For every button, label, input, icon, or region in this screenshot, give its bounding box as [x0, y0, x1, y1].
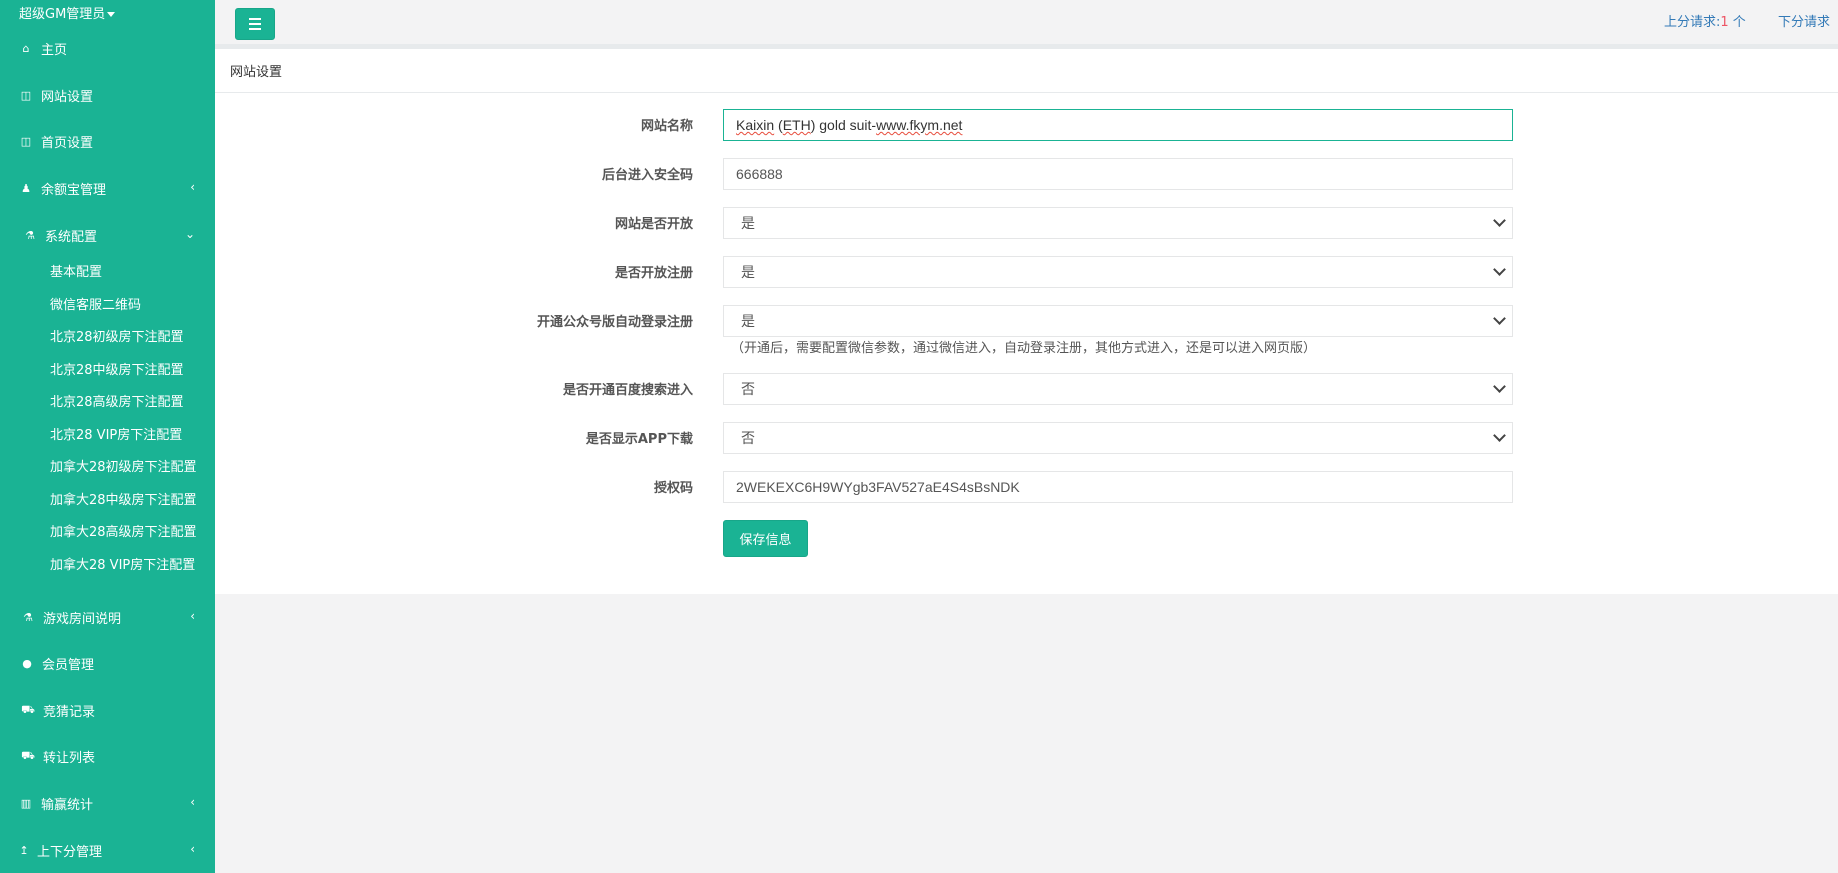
baidu-search-select[interactable]: 否	[723, 373, 1513, 405]
wechat-autologin-select[interactable]: 是	[723, 305, 1513, 337]
sidebar-item-guess-records[interactable]: ⛟ 竞猜记录	[0, 698, 215, 722]
site-name-part: ETH	[782, 117, 811, 133]
registration-open-select[interactable]: 是	[723, 256, 1513, 288]
hamburger-line	[249, 28, 261, 30]
chevron-left-icon: ‹	[190, 795, 195, 809]
up-request-unit: 个	[1728, 15, 1746, 30]
chevron-down-icon	[1493, 263, 1506, 276]
sidebar-item-home[interactable]: ⌂ 主页	[0, 36, 215, 60]
sidebar-subitem-ca28-mid[interactable]: 加拿大28中级房下注配置	[50, 491, 197, 511]
up-request-count: 1	[1720, 15, 1729, 30]
sidebar-subitem-wechat-qr[interactable]: 微信客服二维码	[50, 296, 141, 316]
sidebar-subitem-basic-config[interactable]: 基本配置	[50, 263, 102, 283]
site-open-value: 是	[741, 215, 755, 231]
sidebar-item-label: 游戏房间说明	[43, 611, 122, 627]
sidebar-subitem-ca28-senior[interactable]: 加拿大28高级房下注配置	[50, 523, 197, 543]
sidebar-item-label: 会员管理	[42, 657, 95, 673]
site-name-label: 网站名称	[640, 119, 693, 134]
sidebar-subitem-ca28-vip[interactable]: 加拿大28 VIP房下注配置	[50, 556, 195, 576]
sidebar-item-homepage-settings[interactable]: ◫ 首页设置	[0, 129, 215, 153]
chevron-left-icon: ‹	[190, 842, 195, 856]
user-dropdown[interactable]: 超级GM管理员	[19, 3, 116, 22]
chevron-down-icon	[1493, 312, 1506, 325]
caret-down-icon	[107, 12, 116, 17]
car-icon: ⛟	[21, 702, 35, 716]
site-name-part: (	[774, 117, 783, 133]
panel-divider	[215, 92, 1838, 93]
sidebar-item-win-loss-stats[interactable]: ▥ 输赢统计 ‹	[0, 791, 215, 815]
sidebar-item-label: 输赢统计	[41, 797, 94, 813]
male-icon: ♟	[21, 181, 31, 195]
site-name-part: ) gold suit-	[810, 117, 877, 133]
flask-icon: ⚗	[23, 610, 33, 624]
registration-open-value: 是	[741, 264, 755, 280]
sidebar: 超级GM管理员 ⌂ 主页 ◫ 网站设置 ◫ 首页设置 ♟ 余额宝管理 ‹ ⚗ 系…	[0, 0, 215, 873]
sidebar-item-game-room-info[interactable]: ⚗ 游戏房间说明 ‹	[0, 605, 215, 629]
site-open-label: 网站是否开放	[614, 217, 693, 232]
site-name-input[interactable]: Kaixin (ETH) gold suit-www.fkym.net	[723, 109, 1513, 141]
hamburger-line	[249, 23, 261, 25]
registration-open-label: 是否开放注册	[614, 266, 693, 281]
sidebar-subitem-bj28-mid[interactable]: 北京28中级房下注配置	[50, 361, 184, 381]
site-name-part: Kaixin	[736, 117, 775, 133]
hamburger-icon	[249, 18, 261, 20]
car-icon: ⛟	[21, 748, 35, 762]
sidebar-item-label: 首页设置	[41, 135, 94, 151]
sidebar-item-label: 网站设置	[41, 89, 94, 105]
up-request-link[interactable]: 上分请求:1 个	[1664, 11, 1746, 30]
security-code-label: 后台进入安全码	[601, 168, 693, 183]
bar-chart-icon: ▥	[20, 796, 32, 810]
top-navbar: 上分请求:1 个 下分请求	[215, 0, 1838, 49]
sidebar-subitem-bj28-senior[interactable]: 北京28高级房下注配置	[50, 393, 184, 413]
wechat-autologin-value: 是	[741, 313, 755, 329]
chevron-left-icon: ‹	[190, 609, 195, 623]
flask-icon: ⚗	[25, 228, 35, 242]
sidebar-item-transfer-list[interactable]: ⛟ 转让列表	[0, 744, 215, 768]
wechat-autologin-label: 开通公众号版自动登录注册	[536, 315, 693, 330]
site-open-select[interactable]: 是	[723, 207, 1513, 239]
user-label: 超级GM管理员	[19, 7, 106, 22]
app-download-select[interactable]: 否	[723, 422, 1513, 454]
panel-title: 网站设置	[230, 65, 283, 80]
sidebar-subitem-ca28-junior[interactable]: 加拿大28初级房下注配置	[50, 458, 197, 478]
chevron-down-icon	[1493, 380, 1506, 393]
chevron-down-icon	[1493, 429, 1506, 442]
sidebar-item-site-settings[interactable]: ◫ 网站设置	[0, 83, 215, 107]
sidebar-item-label: 主页	[41, 42, 68, 58]
settings-panel: 网站设置 网站名称 Kaixin (ETH) gold suit-www.fky…	[215, 49, 1838, 594]
up-request-label: 上分请求:	[1664, 15, 1721, 30]
site-name-part: www.fkym.net	[876, 117, 963, 133]
security-code-input[interactable]: 666888	[723, 158, 1513, 190]
chevron-down-icon	[1493, 214, 1506, 227]
columns-icon: ◫	[20, 134, 32, 148]
sidebar-item-label: 余额宝管理	[41, 182, 107, 198]
sidebar-item-label: 转让列表	[43, 750, 96, 766]
down-request-link[interactable]: 下分请求	[1778, 11, 1830, 30]
chevron-down-icon: ⌄	[184, 227, 195, 241]
user-icon: ●	[22, 656, 32, 670]
level-up-icon: ↥	[19, 843, 29, 857]
sidebar-item-label: 竞猜记录	[43, 704, 96, 720]
sidebar-item-label: 上下分管理	[37, 844, 103, 860]
sidebar-subitem-bj28-junior[interactable]: 北京28初级房下注配置	[50, 328, 184, 348]
app-download-label: 是否显示APP下载	[585, 432, 693, 447]
menu-toggle-button[interactable]	[235, 8, 275, 40]
baidu-search-value: 否	[741, 381, 755, 397]
baidu-search-label: 是否开通百度搜索进入	[562, 383, 693, 398]
license-code-label: 授权码	[653, 481, 693, 496]
sidebar-subitem-bj28-vip[interactable]: 北京28 VIP房下注配置	[50, 426, 182, 446]
sidebar-item-system-config[interactable]: ⚗ 系统配置 ⌄	[0, 223, 215, 247]
sidebar-item-members[interactable]: ● 会员管理	[0, 651, 215, 675]
sidebar-item-credit-management[interactable]: ↥ 上下分管理 ‹	[0, 838, 215, 862]
save-button[interactable]: 保存信息	[723, 520, 808, 557]
sidebar-item-yuebao[interactable]: ♟ 余额宝管理 ‹	[0, 176, 215, 200]
app-download-value: 否	[741, 430, 755, 446]
chevron-left-icon: ‹	[190, 180, 195, 194]
wechat-autologin-hint: （开通后，需要配置微信参数，通过微信进入，自动登录注册，其他方式进入，还是可以进…	[731, 341, 1317, 356]
license-code-input[interactable]: 2WEKEXC6H9WYgb3FAV527aE4S4sBsNDK	[723, 471, 1513, 503]
home-icon: ⌂	[22, 41, 30, 55]
sidebar-item-label: 系统配置	[45, 229, 98, 245]
columns-icon: ◫	[20, 88, 32, 102]
